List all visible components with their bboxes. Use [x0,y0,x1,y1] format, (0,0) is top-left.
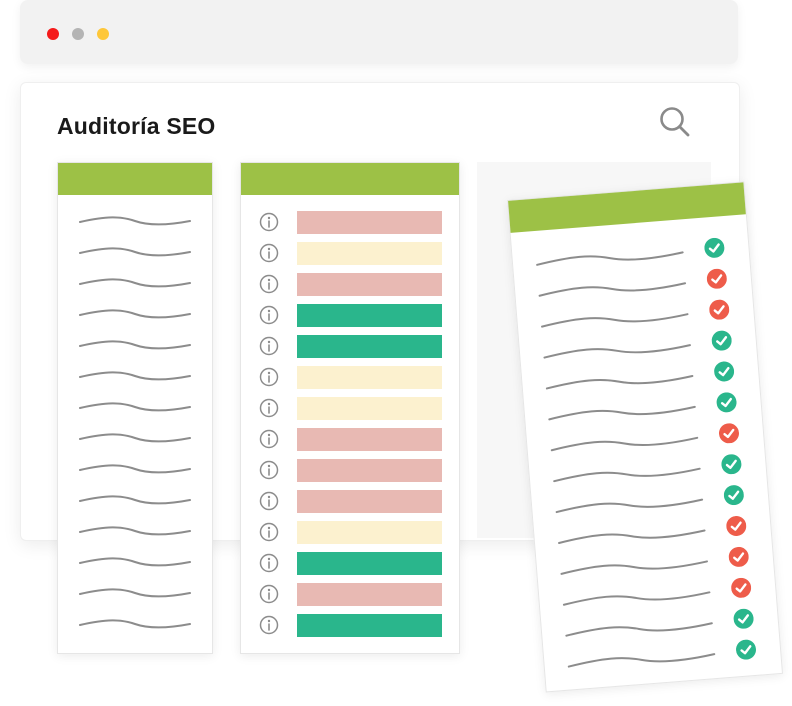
placeholder-text-line [79,619,191,629]
check-icon[interactable] [709,299,731,321]
info-icon[interactable] [259,615,279,635]
items-list-card [57,162,213,654]
info-icon[interactable] [259,212,279,232]
info-icon[interactable] [259,460,279,480]
placeholder-text-line [79,402,191,412]
info-icon[interactable] [259,243,279,263]
info-icon[interactable] [259,336,279,356]
placeholder-text-line [565,622,713,637]
check-icon[interactable] [718,423,740,445]
check-icon[interactable] [728,546,750,568]
placeholder-text-line [538,282,687,297]
status-bar-red [297,428,442,451]
status-bar-yellow [297,521,442,544]
status-bar-red [297,211,442,234]
placeholder-text-line [536,251,684,266]
placeholder-text-line [548,405,696,421]
check-icon[interactable] [733,608,755,630]
placeholder-text-line [550,436,699,452]
status-bar-red [297,583,442,606]
status-bar-green [297,552,442,575]
placeholder-text-line [79,371,191,381]
placeholder-text-line [79,216,191,226]
placeholder-text-line [79,309,191,319]
status-bar-red [297,459,442,482]
placeholder-text-line [560,560,708,575]
info-icon[interactable] [259,553,279,573]
status-bar-green [297,335,442,358]
check-icon[interactable] [704,237,726,259]
placeholder-text-line [79,247,191,257]
placeholder-text-line [553,467,701,483]
check-icon[interactable] [721,453,743,475]
info-icon[interactable] [259,398,279,418]
placeholder-text-line [558,529,706,544]
maximize-window-dot[interactable] [97,28,109,40]
check-icon[interactable] [730,577,752,599]
page-title: Auditoría SEO [57,113,216,139]
info-icon[interactable] [259,429,279,449]
card-header [241,163,459,195]
info-icon[interactable] [259,305,279,325]
status-bar-green [297,614,442,637]
info-icon[interactable] [259,367,279,387]
close-window-dot[interactable] [47,28,59,40]
placeholder-text-line [79,433,191,443]
check-icon[interactable] [706,268,728,290]
status-bar-green [297,304,442,327]
checklist-card [507,181,784,693]
status-bar-yellow [297,366,442,389]
placeholder-text-line [79,495,191,505]
placeholder-text-line [567,653,716,668]
status-bar-red [297,490,442,513]
minimize-window-dot[interactable] [72,28,84,40]
placeholder-text-line [79,557,191,567]
placeholder-text-line [79,278,191,288]
status-list-card [240,162,460,654]
placeholder-text-line [545,374,694,390]
info-icon[interactable] [259,491,279,511]
check-icon[interactable] [716,392,738,414]
status-bar-yellow [297,397,442,420]
placeholder-text-line [79,340,191,350]
status-bar-yellow [297,242,442,265]
check-icon[interactable] [711,330,733,352]
placeholder-text-line [562,591,711,606]
card-header [58,163,212,195]
check-icon[interactable] [726,515,748,537]
placeholder-text-line [543,344,691,359]
check-icon[interactable] [723,484,745,506]
placeholder-text-line [79,588,191,598]
check-icon[interactable] [713,361,735,383]
placeholder-text-line [541,313,689,328]
info-icon[interactable] [259,274,279,294]
info-icon[interactable] [259,522,279,542]
placeholder-text-line [79,464,191,474]
search-icon[interactable] [658,105,692,139]
placeholder-text-line [555,498,704,514]
browser-titlebar [20,0,738,64]
info-icon[interactable] [259,584,279,604]
check-icon[interactable] [735,639,757,661]
placeholder-text-line [79,526,191,536]
status-bar-red [297,273,442,296]
